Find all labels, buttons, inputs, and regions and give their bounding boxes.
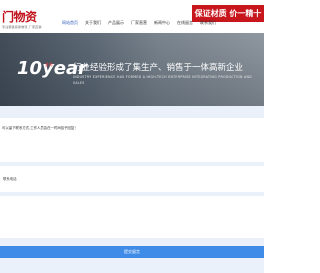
nav-item-products[interactable]: 产品展示 — [108, 17, 124, 29]
hero-title: 行业经验形成了集生产、销售于一体高新企业 — [73, 63, 244, 73]
nav-item-factory[interactable]: 厂家直营 — [131, 17, 147, 29]
logo-text[interactable]: 门物资 — [2, 8, 37, 25]
notice-text: 可以留下联系方式,工作人员会在一时间给予回复！ — [2, 126, 78, 130]
nav-item-message[interactable]: 在线留言 — [177, 17, 193, 29]
message-textarea[interactable] — [0, 196, 264, 238]
nav-item-contact[interactable]: 联系我们 — [200, 17, 216, 29]
nav-item-news[interactable]: 新闻中心 — [154, 17, 170, 29]
nav-item-home[interactable]: 网站首页 — [62, 17, 78, 29]
hero-banner: 10year 金年 行业经验形成了集生产、销售于一体高新企业 INDUSTRY … — [0, 33, 264, 106]
hero-jinnian: 金年 — [45, 62, 53, 67]
site-header: 门物资 专注钢铁贸易物流·厂家直销 保证材质 价一精十 网站首页 关于我们 产品… — [0, 0, 264, 33]
nav-item-about[interactable]: 关于我们 — [85, 17, 101, 29]
hero-number: 10 — [17, 58, 43, 79]
hero-subtitle: INDUSTRY EXPERIENCE HAS FORMED A HIGH-TE… — [73, 75, 252, 85]
submit-button[interactable]: 提交留言 — [0, 246, 264, 258]
main-nav: 网站首页 关于我们 产品展示 厂家直营 新闻中心 在线留言 联系我们 — [62, 17, 223, 29]
phone-field[interactable] — [0, 166, 264, 192]
phone-field-label: 联系电话 — [3, 177, 17, 181]
logo-subtitle: 专注钢铁贸易物流·厂家直销 — [2, 25, 42, 29]
